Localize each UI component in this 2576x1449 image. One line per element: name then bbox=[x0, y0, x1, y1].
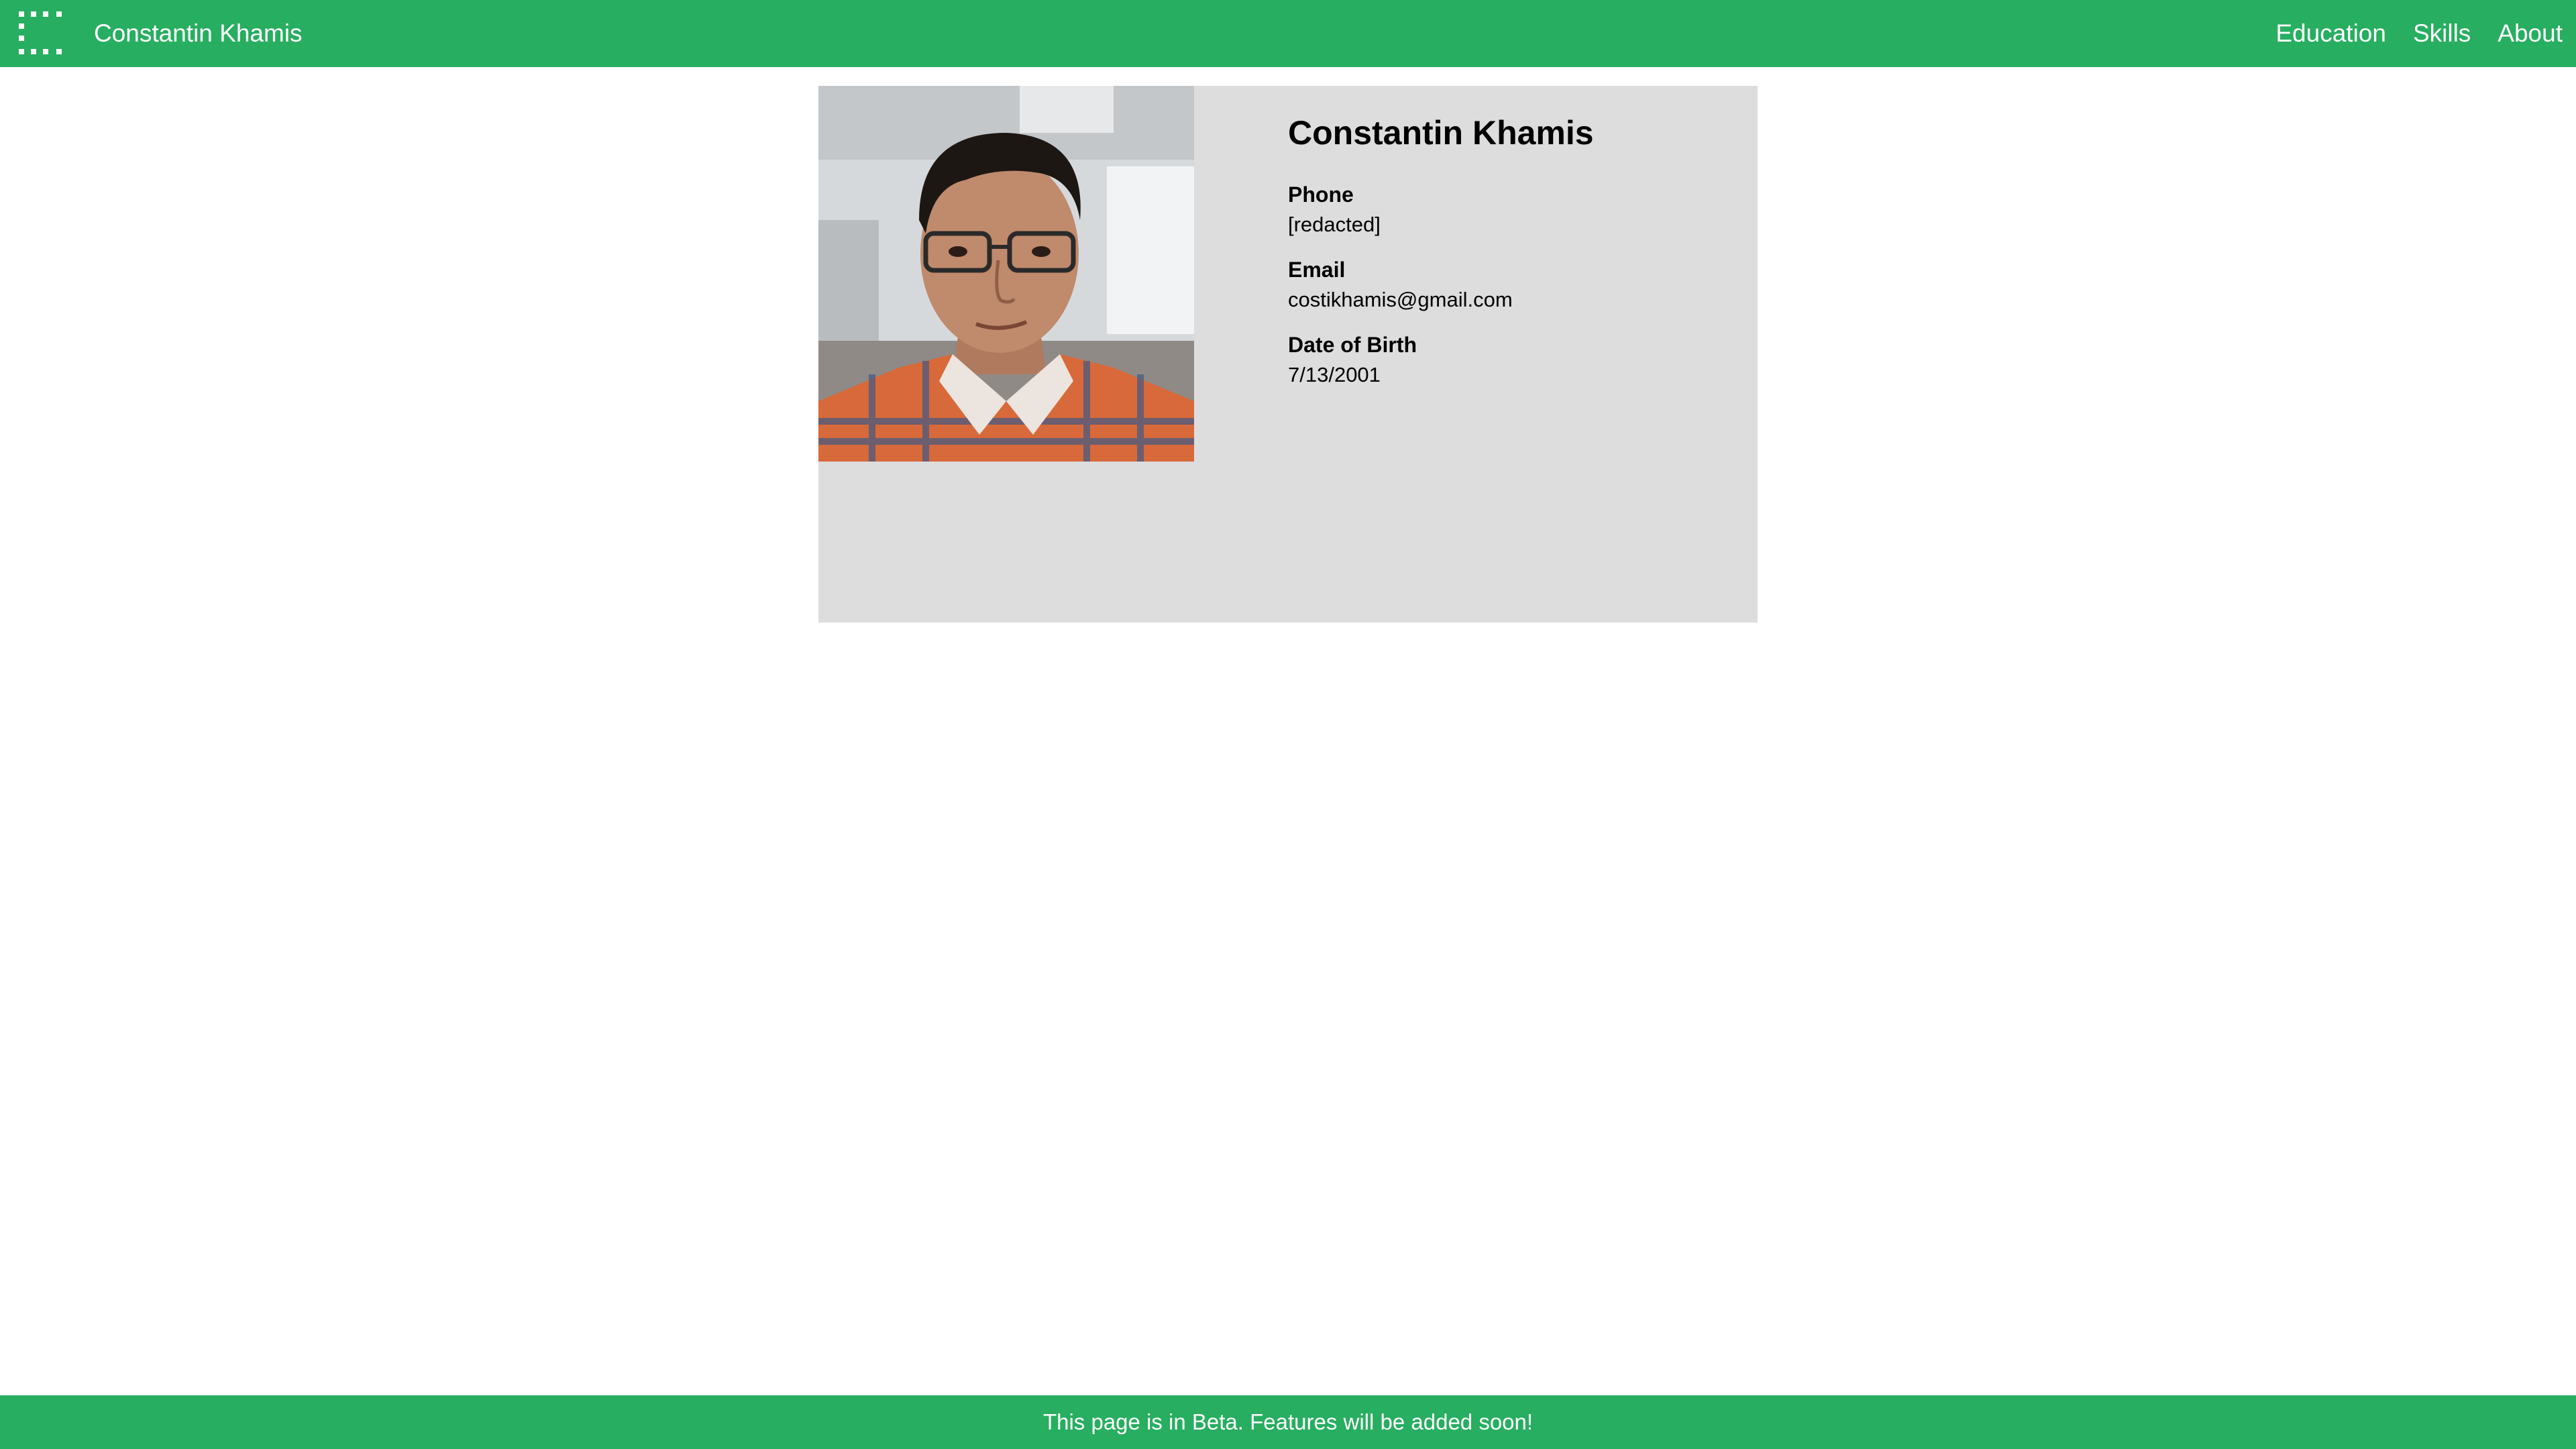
dob-label: Date of Birth bbox=[1288, 333, 1417, 358]
phone-label: Phone bbox=[1288, 182, 1354, 207]
profile-card: Constantin Khamis Phone [redacted] Email… bbox=[818, 86, 1758, 623]
grid-dots-icon[interactable] bbox=[19, 11, 62, 54]
main-nav: Education Skills About bbox=[2249, 0, 2563, 67]
email-value[interactable]: costikhamis@gmail.com bbox=[1288, 285, 1594, 314]
dob-field: Date of Birth 7/13/2001 bbox=[1288, 330, 1594, 389]
nav-link-about[interactable]: About bbox=[2498, 19, 2563, 48]
profile-photo bbox=[818, 86, 1194, 462]
nav-link-skills[interactable]: Skills bbox=[2413, 19, 2471, 48]
email-field: Email costikhamis@gmail.com bbox=[1288, 255, 1594, 314]
beta-footer: This page is in Beta. Features will be a… bbox=[0, 1395, 2576, 1449]
profile-info: Constantin Khamis Phone [redacted] Email… bbox=[1288, 113, 1594, 406]
site-title[interactable]: Constantin Khamis bbox=[94, 0, 303, 67]
phone-value: [redacted] bbox=[1288, 212, 1381, 236]
top-navbar: Constantin Khamis Education Skills About bbox=[0, 0, 2576, 67]
profile-name: Constantin Khamis bbox=[1288, 114, 1594, 152]
dob-value: 7/13/2001 bbox=[1288, 363, 1381, 387]
footer-text: This page is in Beta. Features will be a… bbox=[1042, 1409, 1534, 1434]
phone-field: Phone [redacted] bbox=[1288, 180, 1594, 239]
email-label: Email bbox=[1288, 258, 1346, 282]
nav-link-education[interactable]: Education bbox=[2275, 19, 2386, 48]
